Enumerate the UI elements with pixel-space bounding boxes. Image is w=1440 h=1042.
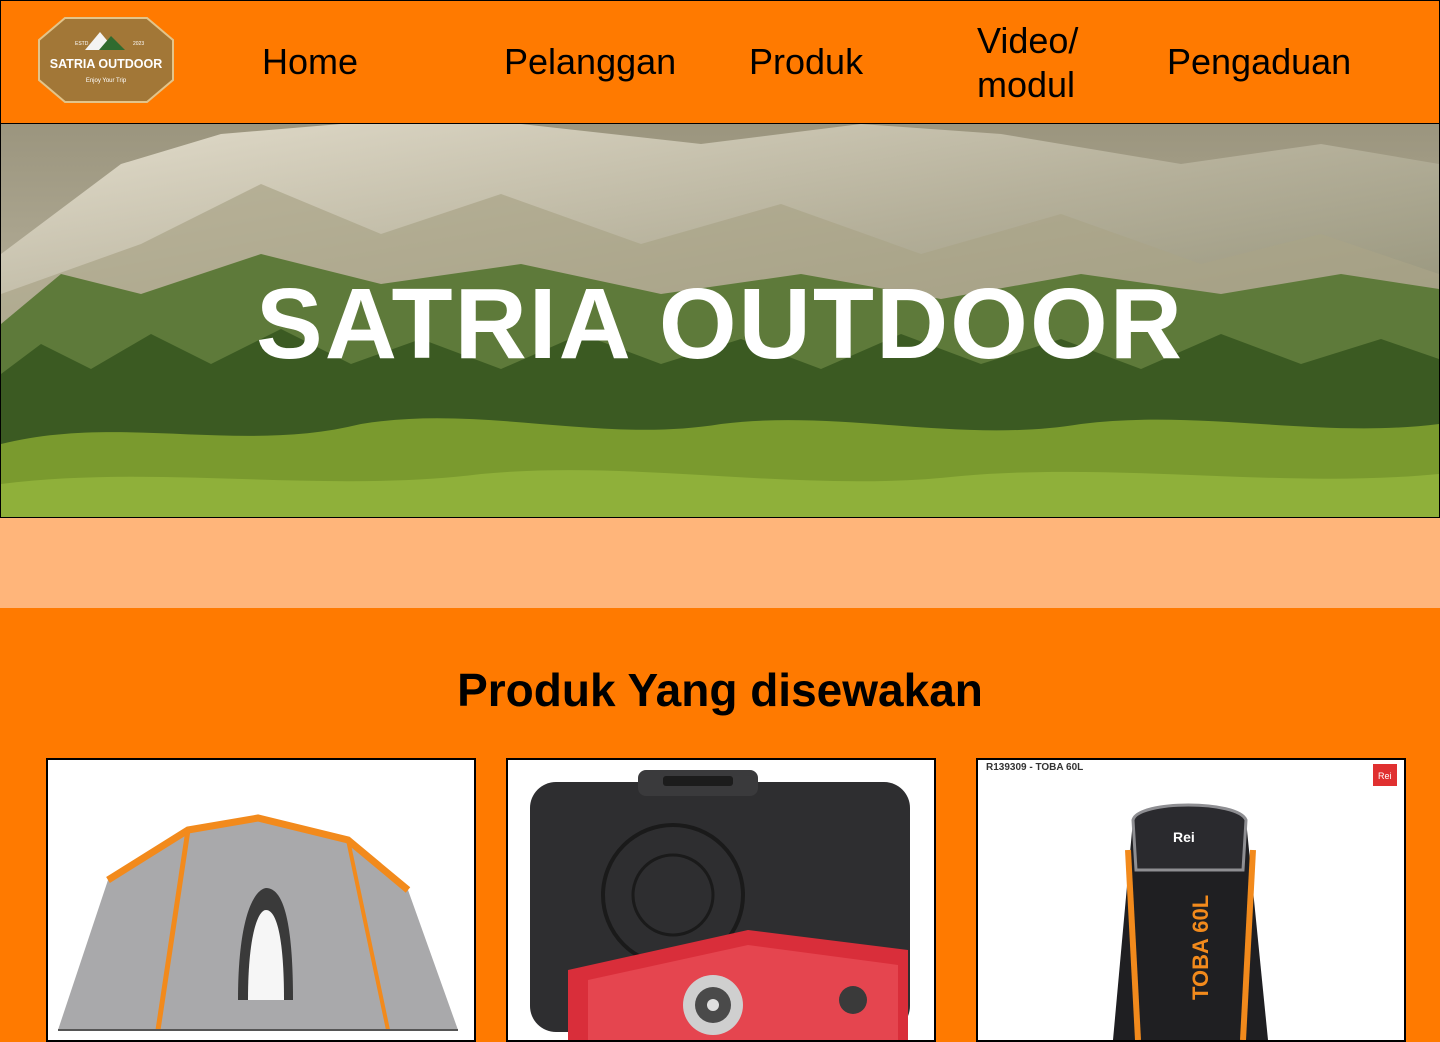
hero-banner: SATRIA OUTDOOR [0, 123, 1440, 518]
nav-pelanggan-link[interactable]: Pelanggan [504, 40, 676, 84]
tent-image [58, 814, 458, 1031]
nav-pengaduan-link[interactable]: Pengaduan [1167, 40, 1351, 84]
products-section-title: Produk Yang disewakan [457, 664, 983, 716]
logo-year: 2023 [133, 41, 144, 47]
product-card-gas-stove[interactable] [506, 758, 936, 1042]
brand-logo[interactable]: ESTD 2023 SATRIA OUTDOOR Enjoy Your Trip [37, 16, 175, 104]
product-card-backpack[interactable]: R139309 - TOBA 60L Rei TOBA 60L Rei [976, 758, 1406, 1042]
nav-video-line1: Video/ [977, 20, 1079, 61]
logo-estd: ESTD [75, 41, 89, 47]
brand-badge-text: Rei [1378, 771, 1392, 781]
logo-name: SATRIA OUTDOOR [50, 57, 163, 71]
top-navigation-bar: ESTD 2023 SATRIA OUTDOOR Enjoy Your Trip… [0, 0, 1440, 124]
divider-band [0, 518, 1440, 608]
nav-video-modul-link[interactable]: Video/ modul [977, 19, 1117, 107]
product-card-tent[interactable] [46, 758, 476, 1042]
logo-tagline: Enjoy Your Trip [86, 78, 127, 84]
nav-produk-link[interactable]: Produk [749, 40, 863, 84]
nav-video-line2: modul [977, 64, 1076, 105]
hero-title: SATRIA OUTDOOR [256, 268, 1184, 380]
backpack-brand-print: Rei [1173, 829, 1195, 845]
portable-gas-stove-image [530, 770, 910, 1040]
backpack-model-print: TOBA 60L [1188, 895, 1213, 1000]
nav-home-link[interactable]: Home [262, 40, 358, 84]
backpack-image: Rei TOBA 60L Rei [1113, 764, 1397, 1040]
